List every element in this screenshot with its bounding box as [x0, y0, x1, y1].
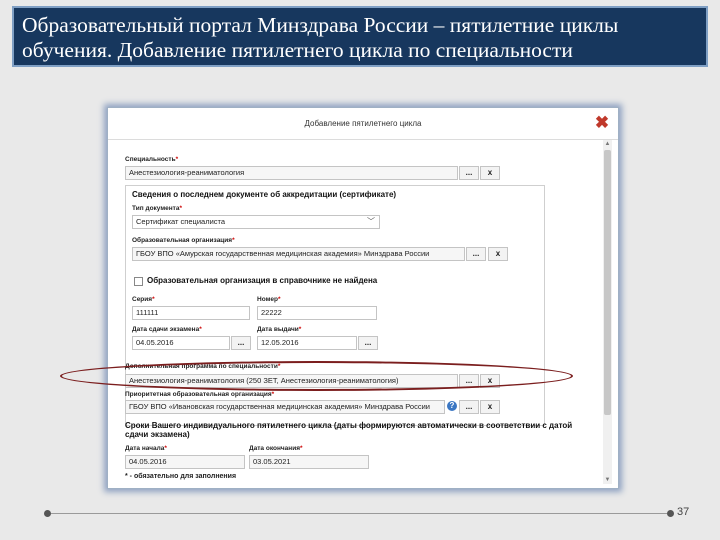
start-date-field: 04.05.2016	[125, 455, 245, 469]
org-clear-button[interactable]: x	[488, 247, 508, 261]
accreditation-title: Сведения о последнем документе об аккред…	[132, 190, 397, 199]
exam-date-picker-button[interactable]: ...	[231, 336, 251, 350]
priority-org-field[interactable]: ГБОУ ВПО «Ивановская государственная мед…	[125, 400, 445, 414]
footer-line	[51, 513, 667, 514]
number-input[interactable]: 22222	[257, 306, 377, 320]
page-number: 37	[677, 506, 690, 518]
info-icon[interactable]: ?	[447, 401, 457, 411]
org-label: Образовательная организация*	[132, 237, 235, 244]
footer-dot-right	[667, 510, 674, 517]
issue-date-input[interactable]: 12.05.2016	[257, 336, 357, 350]
doc-type-label: Тип документа*	[132, 205, 183, 212]
org-select-button[interactable]: ...	[466, 247, 486, 261]
exam-date-label: Дата сдачи экзамена*	[132, 326, 202, 333]
doc-type-select[interactable]: Сертификат специалиста ﹀	[132, 215, 380, 229]
chevron-down-icon: ﹀	[367, 217, 375, 226]
org-field[interactable]: ГБОУ ВПО «Амурская государственная медиц…	[132, 247, 465, 261]
highlight-ellipse	[60, 361, 573, 391]
issue-date-label: Дата выдачи*	[257, 326, 302, 333]
scroll-up-icon[interactable]: ▲	[603, 140, 612, 148]
start-date-label: Дата начала*	[125, 445, 167, 452]
scrollbar[interactable]: ▲ ▼	[603, 140, 612, 484]
priority-org-clear-button[interactable]: x	[480, 400, 500, 414]
series-input[interactable]: 111111	[132, 306, 250, 320]
issue-date-picker-button[interactable]: ...	[358, 336, 378, 350]
specialty-label: Специальность*	[125, 156, 179, 163]
org-not-found-checkbox[interactable]	[134, 277, 143, 286]
scroll-down-icon[interactable]: ▼	[603, 476, 612, 484]
org-not-found-label: Образовательная организация в справочник…	[147, 276, 378, 285]
required-note: * - обязательно для заполнения	[125, 473, 237, 480]
scrollbar-thumb[interactable]	[604, 150, 611, 415]
number-label: Номер*	[257, 296, 281, 303]
dialog-title: Добавление пятилетнего цикла	[108, 108, 618, 140]
cycle-terms-title-line1: Сроки Вашего индивидуального пятилетнего…	[125, 421, 573, 430]
series-label: Серия*	[132, 296, 155, 303]
specialty-field[interactable]: Анестезиология-реаниматология	[125, 166, 458, 180]
slide-title: Образовательный портал Минздрава России …	[12, 6, 708, 67]
slide-title-line2: обучения. Добавление пятилетнего цикла п…	[22, 38, 573, 62]
priority-org-select-button[interactable]: ...	[459, 400, 479, 414]
exam-date-input[interactable]: 04.05.2016	[132, 336, 230, 350]
end-date-field: 03.05.2021	[249, 455, 369, 469]
cycle-terms-title-line2: сдачи экзамена)	[125, 430, 190, 439]
priority-org-label: Приоритетная образовательная организация…	[125, 391, 275, 398]
specialty-select-button[interactable]: ...	[459, 166, 479, 180]
specialty-clear-button[interactable]: x	[480, 166, 500, 180]
slide-title-line1: Образовательный портал Минздрава России …	[22, 13, 619, 37]
footer-dot-left	[44, 510, 51, 517]
end-date-label: Дата окончания*	[249, 445, 303, 452]
add-cycle-dialog: Добавление пятилетнего цикла ✖ ▲ ▼ Специ…	[107, 107, 619, 489]
close-icon[interactable]: ✖	[594, 114, 610, 131]
